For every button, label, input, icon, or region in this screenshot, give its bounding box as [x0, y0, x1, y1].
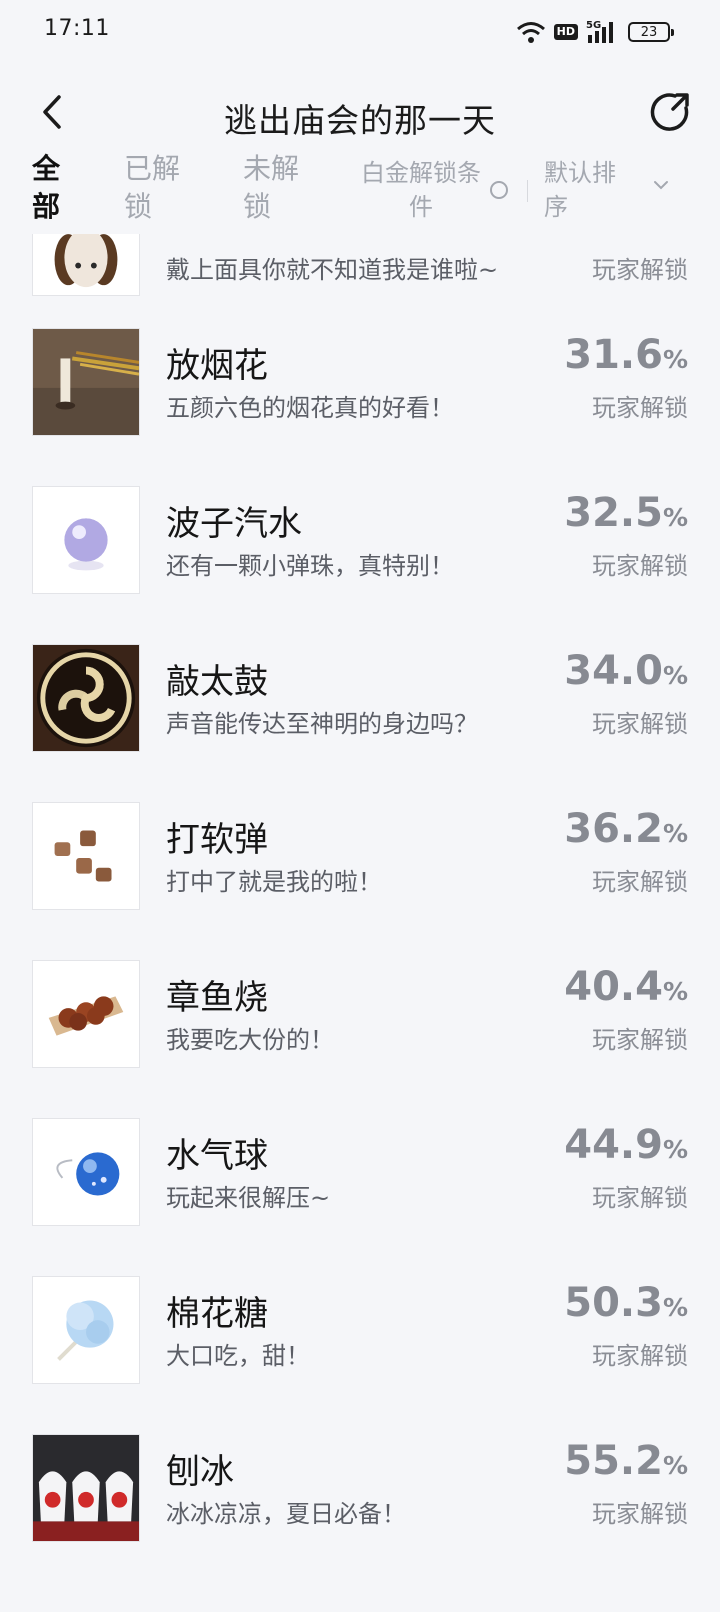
- achievement-name: 敲太鼓: [166, 662, 268, 702]
- fireworks-icon: [33, 329, 139, 435]
- unlock-label: 玩家解锁: [592, 256, 688, 284]
- status-bar: 17:11 HD 5G 23: [0, 0, 720, 66]
- filter-bar: 全部 已解锁 未解锁 白金解锁条件 默认排序: [0, 150, 720, 234]
- tab-all[interactable]: 全部: [32, 150, 64, 226]
- water-balloon-icon: [33, 1119, 139, 1225]
- status-time: 17:11: [44, 16, 110, 41]
- unlock-label: 玩家解锁: [592, 1026, 688, 1054]
- unlock-label: 玩家解锁: [592, 710, 688, 738]
- list-item[interactable]: 戴上面具你就不知道我是谁啦~ 玩家解锁: [0, 234, 720, 296]
- achievement-desc: 我要吃大份的！: [166, 1026, 334, 1054]
- achievement-desc: 大口吃，甜！: [166, 1342, 310, 1370]
- unlock-label: 玩家解锁: [592, 1500, 688, 1528]
- shaved-ice-thumbnail: [32, 1434, 140, 1542]
- cotton-candy-icon: [33, 1277, 139, 1383]
- sort-dropdown[interactable]: 默认排序: [544, 156, 624, 224]
- achievement-desc: 戴上面具你就不知道我是谁啦~: [166, 256, 499, 284]
- chevron-down-icon[interactable]: [652, 176, 670, 194]
- list-item[interactable]: 波子汽水 还有一颗小弹珠，真特别！ 32.5% 玩家解锁: [0, 484, 720, 642]
- unlock-percent: 36.2%: [564, 806, 688, 852]
- platinum-condition-label[interactable]: 白金解锁条件: [356, 156, 486, 224]
- achievement-name: 打软弹: [166, 820, 268, 860]
- list-item[interactable]: 刨冰 冰冰凉凉，夏日必备！ 55.2% 玩家解锁: [0, 1432, 720, 1590]
- achievement-name: 放烟花: [166, 346, 268, 386]
- achievement-desc: 冰冰凉凉，夏日必备！: [166, 1500, 406, 1528]
- status-icons: HD 5G 23: [516, 18, 674, 46]
- cotton-candy-thumbnail: [32, 1276, 140, 1384]
- unlock-percent: 32.5%: [564, 490, 688, 536]
- marble-icon: [33, 487, 139, 593]
- hd-icon: HD: [553, 24, 578, 40]
- achievement-desc: 还有一颗小弹珠，真特别！: [166, 552, 454, 580]
- battery-icon: 23: [628, 22, 674, 42]
- share-icon: [650, 93, 689, 131]
- corks-thumbnail: [32, 802, 140, 910]
- list-item[interactable]: 放烟花 五颜六色的烟花真的好看！ 31.6% 玩家解锁: [0, 326, 720, 484]
- achievement-name: 棉花糖: [166, 1294, 268, 1334]
- list-item[interactable]: 打软弹 打中了就是我的啦！ 36.2% 玩家解锁: [0, 800, 720, 958]
- wifi-icon: [516, 22, 545, 43]
- achievement-desc: 五颜六色的烟花真的好看！: [166, 394, 454, 422]
- mask-icon: [33, 234, 139, 295]
- corks-icon: [33, 803, 139, 909]
- filter-divider: [527, 180, 528, 202]
- unlock-percent: 40.4%: [564, 964, 688, 1010]
- achievement-desc: 玩起来很解压~: [166, 1184, 331, 1212]
- unlock-label: 玩家解锁: [592, 868, 688, 896]
- tab-unlocked[interactable]: 已解锁: [124, 150, 188, 226]
- marble-thumbnail: [32, 486, 140, 594]
- unlock-percent: 34.0%: [564, 648, 688, 694]
- achievement-name: 刨冰: [166, 1452, 234, 1492]
- unlock-label: 玩家解锁: [592, 394, 688, 422]
- unlock-percent: 55.2%: [564, 1438, 688, 1484]
- platinum-radio[interactable]: [490, 181, 508, 199]
- list-item[interactable]: 章鱼烧 我要吃大份的！ 40.4% 玩家解锁: [0, 958, 720, 1116]
- unlock-label: 玩家解锁: [592, 1342, 688, 1370]
- unlock-percent: 31.6%: [564, 332, 688, 378]
- network-label: 5G: [586, 20, 601, 31]
- takoyaki-thumbnail: [32, 960, 140, 1068]
- shaved-ice-icon: [33, 1435, 139, 1541]
- page-title: 逃出庙会的那一天: [224, 101, 496, 140]
- unlock-label: 玩家解锁: [592, 552, 688, 580]
- achievement-name: 波子汽水: [166, 504, 302, 544]
- taiko-thumbnail: [32, 644, 140, 752]
- tab-locked[interactable]: 未解锁: [243, 150, 307, 226]
- achievement-list: 戴上面具你就不知道我是谁啦~ 玩家解锁 放烟花 五颜六色的烟花真的好看！ 31.…: [0, 234, 720, 1612]
- water-balloon-thumbnail: [32, 1118, 140, 1226]
- taiko-drum-icon: [33, 645, 139, 751]
- unlock-percent: 44.9%: [564, 1122, 688, 1168]
- share-button[interactable]: [646, 88, 694, 136]
- signal-icon: 5G: [586, 20, 613, 43]
- achievement-desc: 打中了就是我的啦！: [166, 868, 382, 896]
- achievement-name: 水气球: [166, 1136, 268, 1176]
- header: 逃出庙会的那一天: [0, 80, 720, 150]
- mask-thumbnail: [32, 234, 140, 296]
- unlock-label: 玩家解锁: [592, 1184, 688, 1212]
- unlock-percent: 50.3%: [564, 1280, 688, 1326]
- list-item[interactable]: 棉花糖 大口吃，甜！ 50.3% 玩家解锁: [0, 1274, 720, 1432]
- list-item[interactable]: 水气球 玩起来很解压~ 44.9% 玩家解锁: [0, 1116, 720, 1274]
- takoyaki-icon: [33, 961, 139, 1067]
- fireworks-thumbnail: [32, 328, 140, 436]
- list-item[interactable]: 敲太鼓 声音能传达至神明的身边吗？ 34.0% 玩家解锁: [0, 642, 720, 800]
- achievement-desc: 声音能传达至神明的身边吗？: [166, 710, 478, 738]
- achievement-name: 章鱼烧: [166, 978, 268, 1018]
